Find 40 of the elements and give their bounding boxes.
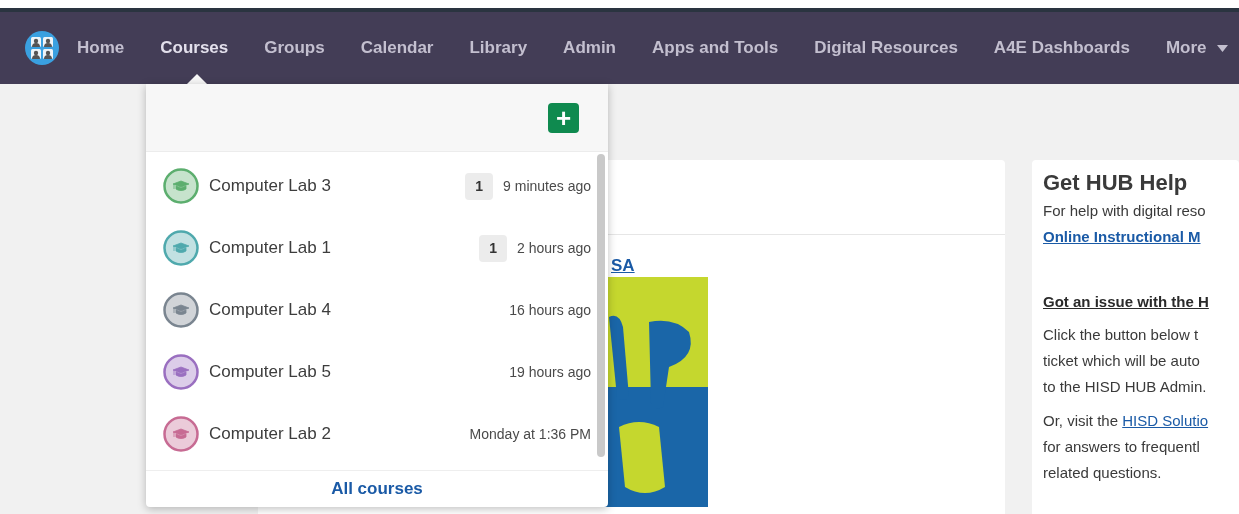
course-name: Computer Lab 3 [209,175,332,198]
card-title: Get HUB Help [1043,169,1188,197]
solutions-link[interactable]: HISD Solutio [1122,412,1209,429]
course-item[interactable]: Computer Lab 5 19 hours ago [146,341,608,403]
help-text: For help with digital reso [1043,201,1206,221]
nav-link[interactable]: Courses [160,35,229,61]
course-name: Computer Lab 1 [209,237,332,260]
course-item[interactable]: Computer Lab 3 1 9 minutes ago [146,155,608,217]
nav-link[interactable]: Calendar [360,35,434,61]
course-name: Computer Lab 4 [209,299,332,322]
timestamp: Monday at 1:36 PM [469,424,591,444]
nav-link[interactable]: More [1165,35,1228,61]
nav-link[interactable]: Home [77,35,125,61]
timestamp: 9 minutes ago [503,176,591,196]
logo-icon[interactable] [25,31,59,65]
scrollbar[interactable] [597,154,605,457]
nav-link[interactable]: Digital Resources [814,35,958,61]
nav-link[interactable]: A4E Dashboards [993,35,1130,61]
nav-link[interactable]: Library [469,35,528,61]
nav-link[interactable]: Admin [563,35,616,61]
course-item[interactable]: Computer Lab 1 1 2 hours ago [146,217,608,279]
count-badge: 1 [465,172,494,200]
help-link[interactable]: Online Instructional M [1043,224,1201,250]
article-link[interactable]: SA [611,255,635,277]
nav-link[interactable]: Apps and Tools [652,35,779,61]
course-item[interactable]: Computer Lab 4 16 hours ago [146,279,608,341]
add-course-button[interactable]: + [548,102,579,133]
help-paragraph: Click the button below t ticket which will be auto to the HISD HUB Admin. [1043,325,1207,397]
help-paragraph: Or, visit the HISD Solutio for answers to frequentl related questions. [1043,411,1209,483]
count-badge: 1 [479,234,508,262]
timestamp: 2 hours ago [517,238,591,258]
caret-icon [1216,44,1228,52]
course-name: Computer Lab 5 [209,361,332,384]
course-item[interactable]: Computer Lab 2 Monday at 1:36 PM [146,403,608,465]
nav-link[interactable]: Groups [264,35,325,61]
course-name: Computer Lab 2 [209,423,332,446]
timestamp: 16 hours ago [509,300,591,320]
section-heading: Got an issue with the H [1043,292,1209,312]
all-courses-link[interactable]: All courses [331,476,423,502]
timestamp: 19 hours ago [509,362,591,382]
